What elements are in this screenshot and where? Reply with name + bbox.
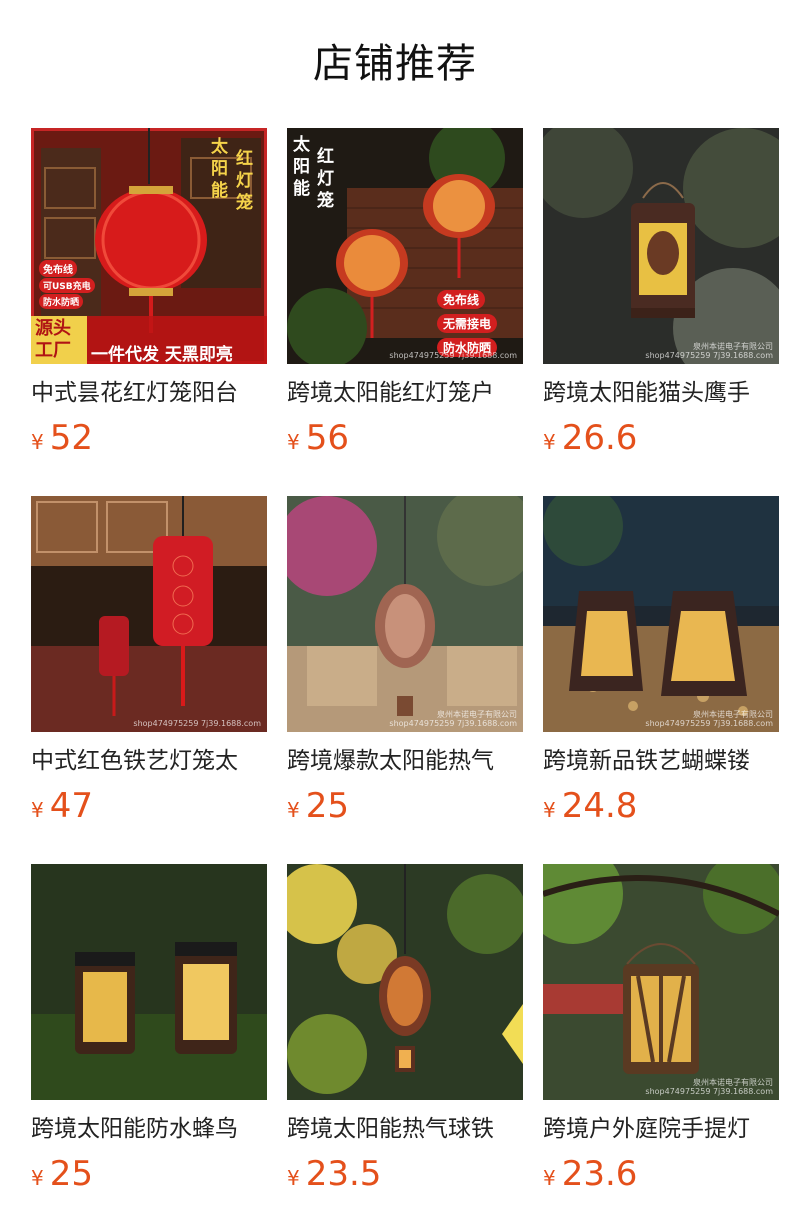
product-card[interactable]: 泉州本诺电子有限公司 shop474975259 7j39.1688.com 跨境… — [287, 496, 523, 864]
promo-badge: 可USB充电 — [39, 278, 95, 293]
product-name[interactable]: 跨境太阳能猫头鹰手 — [543, 378, 779, 408]
product-name[interactable]: 中式红色铁艺灯笼太 — [31, 746, 267, 776]
product-card[interactable]: 太阳能 红灯笼 免布线 可USB充电 防水防晒 源头工厂 一件代发 天黑即亮 中… — [31, 128, 267, 496]
price-value: 25 — [305, 786, 349, 826]
price-value: 24.8 — [561, 786, 638, 826]
product-card[interactable]: 泉州本诺电子有限公司 shop474975259 7j39.1688.com 跨境… — [543, 496, 779, 864]
product-image[interactable]: 泉州本诺电子有限公司 shop474975259 7j39.1688.com — [543, 496, 779, 732]
product-price: ¥52 — [31, 418, 267, 458]
product-price: ¥25 — [31, 1154, 267, 1194]
price-value: 23.5 — [305, 1154, 382, 1194]
image-watermark: shop474975259 7j39.1688.com — [133, 719, 261, 728]
currency-symbol: ¥ — [31, 798, 44, 822]
product-image[interactable] — [31, 864, 267, 1100]
product-image[interactable]: 泉州本诺电子有限公司 shop474975259 7j39.1688.com — [543, 128, 779, 364]
promo-corner: 源头工厂 — [35, 318, 71, 361]
price-value: 26.6 — [561, 418, 638, 458]
currency-symbol: ¥ — [287, 430, 300, 454]
product-price: ¥23.5 — [287, 1154, 523, 1194]
promo-title-1: 太阳能 — [211, 137, 228, 201]
price-value: 25 — [49, 1154, 93, 1194]
product-name[interactable]: 跨境新品铁艺蝴蝶镂 — [543, 746, 779, 776]
currency-symbol: ¥ — [31, 1166, 44, 1190]
shop-recommend-page: 店铺推荐 太阳能 红灯笼 免布线 可USB充电 防水防晒 源头工厂 一件代发 天… — [0, 0, 790, 1232]
currency-symbol: ¥ — [543, 798, 556, 822]
product-name[interactable]: 跨境太阳能热气球铁 — [287, 1114, 523, 1144]
product-name[interactable]: 跨境爆款太阳能热气 — [287, 746, 523, 776]
image-watermark: 泉州本诺电子有限公司 shop474975259 7j39.1688.com — [389, 710, 517, 728]
product-price: ¥56 — [287, 418, 523, 458]
price-value: 56 — [305, 418, 349, 458]
product-name[interactable]: 跨境太阳能防水蜂鸟 — [31, 1114, 267, 1144]
product-image[interactable]: 太阳能 红灯笼 免布线 无需接电 防水防晒 shop474975259 7j39… — [287, 128, 523, 364]
promo-title-2: 红灯笼 — [317, 147, 334, 211]
currency-symbol: ¥ — [287, 798, 300, 822]
product-image[interactable]: shop474975259 7j39.1688.com — [31, 496, 267, 732]
image-watermark: shop474975259 7j39.1688.com — [389, 351, 517, 360]
promo-title-2: 红灯笼 — [236, 149, 253, 213]
product-name[interactable]: 中式昙花红灯笼阳台 — [31, 378, 267, 408]
promo-banner: 一件代发 天黑即亮 — [91, 345, 233, 364]
currency-symbol: ¥ — [543, 430, 556, 454]
product-price: ¥23.6 — [543, 1154, 779, 1194]
product-price: ¥25 — [287, 786, 523, 826]
product-card[interactable]: 跨境太阳能防水蜂鸟 ¥25 — [31, 864, 267, 1232]
promo-title-1: 太阳能 — [293, 135, 310, 199]
product-name[interactable]: 跨境太阳能红灯笼户 — [287, 378, 523, 408]
price-value: 52 — [49, 418, 93, 458]
price-value: 23.6 — [561, 1154, 638, 1194]
product-card[interactable]: shop474975259 7j39.1688.com 中式红色铁艺灯笼太 ¥4… — [31, 496, 267, 864]
product-image[interactable]: 太阳能 红灯笼 免布线 可USB充电 防水防晒 源头工厂 一件代发 天黑即亮 — [31, 128, 267, 364]
currency-symbol: ¥ — [31, 430, 44, 454]
product-card[interactable]: 跨境太阳能热气球铁 ¥23.5 — [287, 864, 523, 1232]
currency-symbol: ¥ — [287, 1166, 300, 1190]
product-price: ¥26.6 — [543, 418, 779, 458]
product-price: ¥24.8 — [543, 786, 779, 826]
price-value: 47 — [49, 786, 93, 826]
promo-badge: 免布线 — [39, 260, 77, 277]
image-watermark: 泉州本诺电子有限公司 shop474975259 7j39.1688.com — [645, 342, 773, 360]
product-name[interactable]: 跨境户外庭院手提灯 — [543, 1114, 779, 1144]
image-watermark: 泉州本诺电子有限公司 shop474975259 7j39.1688.com — [645, 710, 773, 728]
product-price: ¥47 — [31, 786, 267, 826]
promo-badge: 防水防晒 — [39, 294, 84, 309]
product-card[interactable]: 泉州本诺电子有限公司 shop474975259 7j39.1688.com 跨境… — [543, 128, 779, 496]
currency-symbol: ¥ — [543, 1166, 556, 1190]
image-watermark: 泉州本诺电子有限公司 shop474975259 7j39.1688.com — [645, 1078, 773, 1096]
product-image[interactable]: 泉州本诺电子有限公司 shop474975259 7j39.1688.com — [543, 864, 779, 1100]
product-image[interactable]: 泉州本诺电子有限公司 shop474975259 7j39.1688.com — [287, 496, 523, 732]
promo-badge: 无需接电 — [437, 314, 498, 333]
product-card[interactable]: 泉州本诺电子有限公司 shop474975259 7j39.1688.com 跨境… — [543, 864, 779, 1232]
product-grid: 太阳能 红灯笼 免布线 可USB充电 防水防晒 源头工厂 一件代发 天黑即亮 中… — [31, 128, 779, 1232]
product-image[interactable] — [287, 864, 523, 1100]
page-title: 店铺推荐 — [313, 41, 477, 87]
promo-badge: 免布线 — [437, 290, 486, 309]
product-card[interactable]: 太阳能 红灯笼 免布线 无需接电 防水防晒 shop474975259 7j39… — [287, 128, 523, 496]
